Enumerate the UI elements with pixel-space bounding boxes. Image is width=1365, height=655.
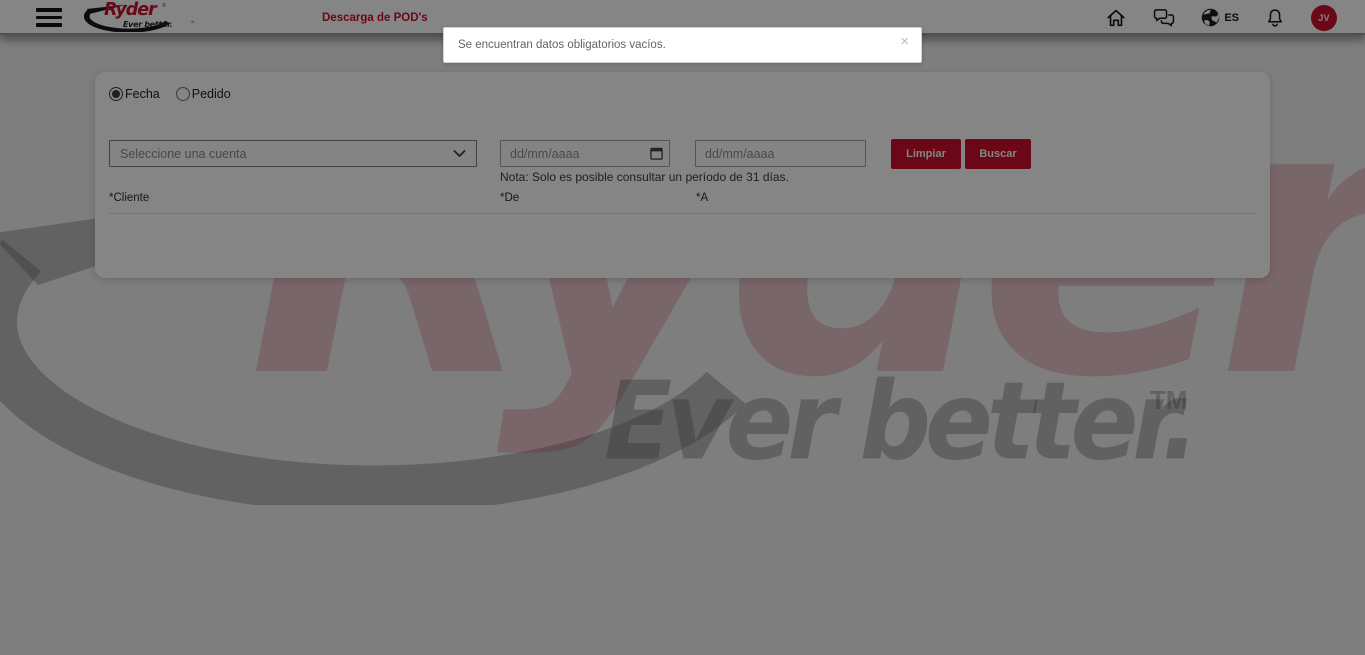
toast-message: Se encuentran datos obligatorios vacíos. [444,39,666,51]
validation-toast: Se encuentran datos obligatorios vacíos.… [443,27,922,63]
modal-dim-overlay [0,0,1365,655]
toast-close-icon[interactable]: × [898,32,911,51]
